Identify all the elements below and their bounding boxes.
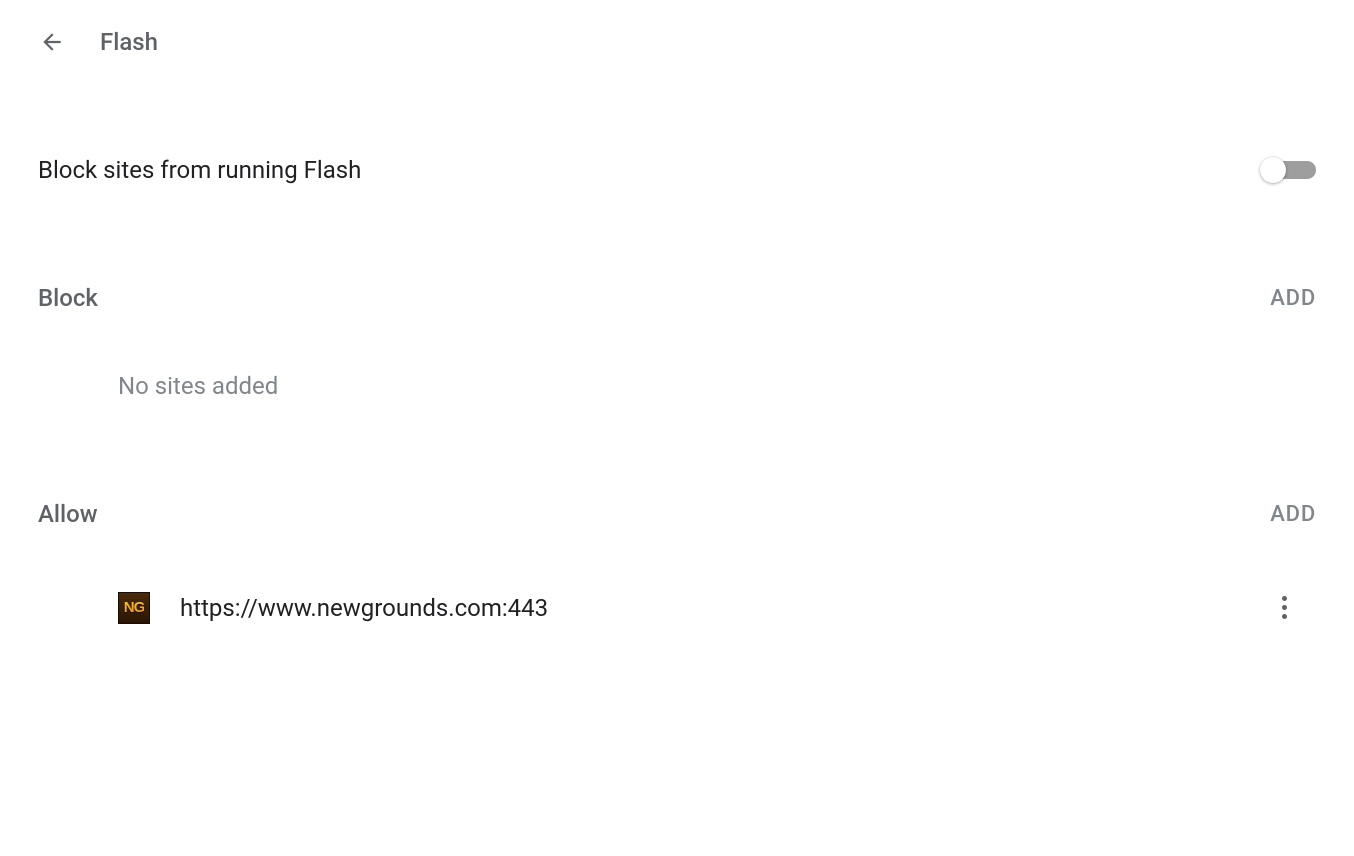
- site-favicon: NG: [118, 592, 150, 624]
- favicon-text: NG: [124, 599, 145, 616]
- site-more-button[interactable]: [1272, 588, 1296, 627]
- page-title: Flash: [100, 28, 158, 56]
- page-header: Flash: [38, 28, 1316, 56]
- allow-section-title: Allow: [38, 500, 98, 528]
- back-button[interactable]: [38, 28, 66, 56]
- allow-add-button[interactable]: ADD: [1270, 502, 1316, 527]
- block-add-button[interactable]: ADD: [1270, 286, 1316, 311]
- arrow-left-icon: [39, 29, 65, 55]
- site-url: https://www.newgrounds.com:443: [180, 594, 1242, 622]
- block-section-header: Block ADD: [38, 284, 1316, 312]
- block-flash-toggle[interactable]: [1264, 161, 1316, 179]
- block-empty-text: No sites added: [38, 372, 1316, 400]
- allow-section-header: Allow ADD: [38, 500, 1316, 528]
- setting-label: Block sites from running Flash: [38, 156, 361, 184]
- allow-site-row: NG https://www.newgrounds.com:443: [38, 588, 1316, 627]
- block-section-title: Block: [38, 284, 98, 312]
- toggle-knob: [1260, 157, 1286, 183]
- block-flash-setting-row: Block sites from running Flash: [38, 156, 1316, 184]
